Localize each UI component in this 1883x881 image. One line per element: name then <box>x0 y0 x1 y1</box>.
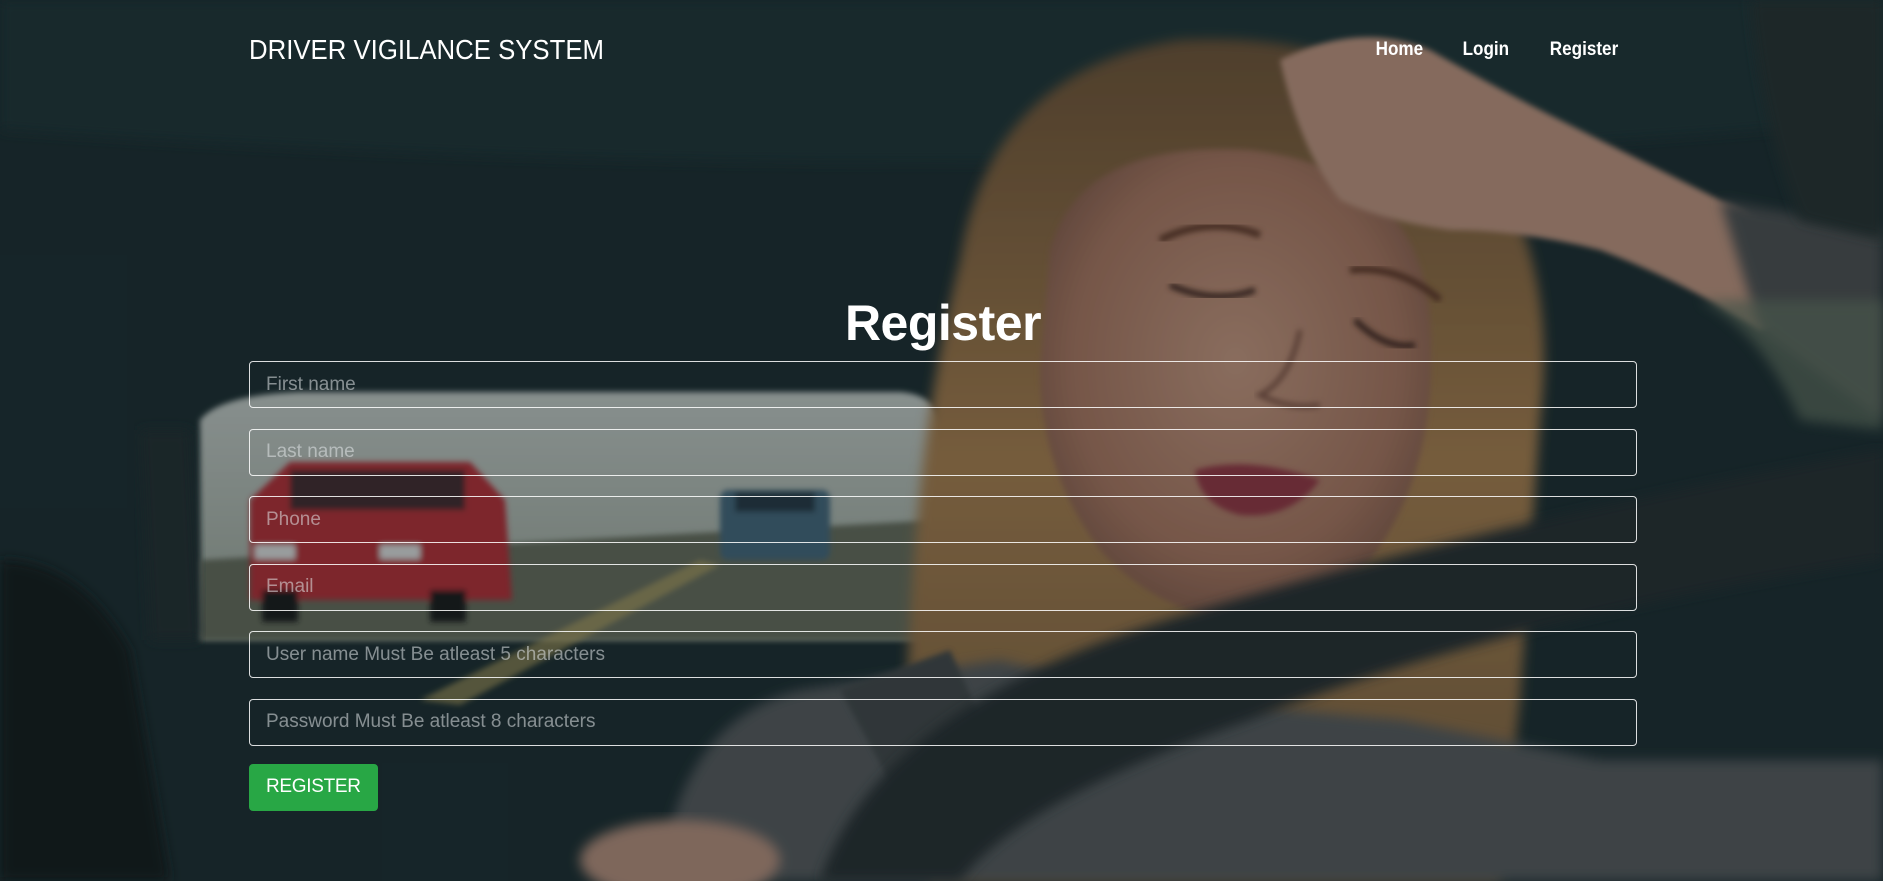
top-navbar: DRIVER VIGILANCE SYSTEM Home Login Regis… <box>249 30 1634 70</box>
nav-link-register[interactable]: Register <box>1550 39 1618 61</box>
register-form: Register REGISTER <box>249 295 1637 811</box>
username-input[interactable] <box>249 631 1637 679</box>
password-input[interactable] <box>249 698 1637 746</box>
phone-input[interactable] <box>249 496 1637 544</box>
first-name-input[interactable] <box>249 361 1637 408</box>
nav-links: Home Login Register <box>1373 39 1622 61</box>
register-button[interactable]: REGISTER <box>249 763 378 811</box>
email-input[interactable] <box>249 563 1637 611</box>
form-title: Register <box>844 295 1042 351</box>
last-name-input[interactable] <box>249 428 1637 476</box>
brand-logo-text[interactable]: DRIVER VIGILANCE SYSTEM <box>249 34 604 66</box>
nav-link-home[interactable]: Home <box>1376 39 1424 61</box>
nav-link-login[interactable]: Login <box>1463 39 1510 61</box>
